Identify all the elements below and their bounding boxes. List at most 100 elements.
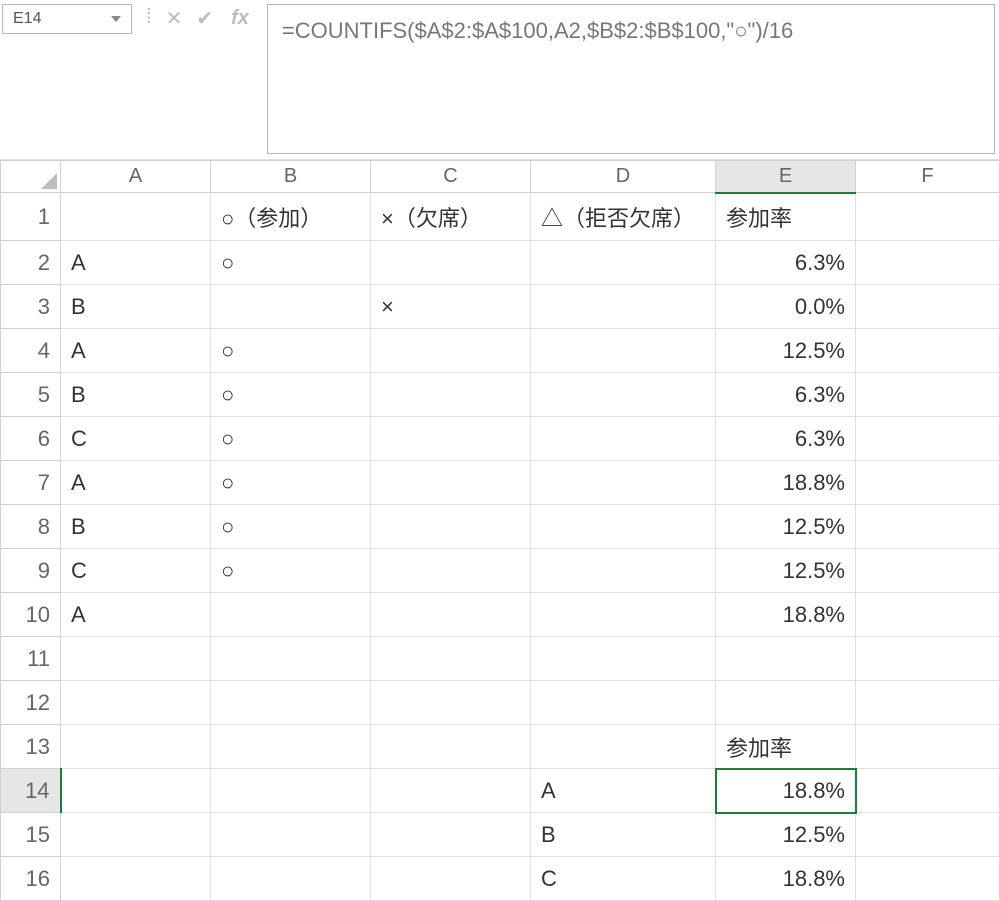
cell-E14[interactable]: 18.8% xyxy=(716,769,856,813)
cell-B14[interactable] xyxy=(211,769,371,813)
cell-A7[interactable]: A xyxy=(61,461,211,505)
cell-F10[interactable] xyxy=(856,593,999,637)
formula-input[interactable]: =COUNTIFS($A$2:$A$100,A2,$B$2:$B$100,"○"… xyxy=(267,4,995,154)
cell-E6[interactable]: 6.3% xyxy=(716,417,856,461)
cell-E12[interactable] xyxy=(716,681,856,725)
cell-B15[interactable] xyxy=(211,813,371,857)
cell-B2[interactable]: ○ xyxy=(211,241,371,285)
cell-B11[interactable] xyxy=(211,637,371,681)
cell-B16[interactable] xyxy=(211,857,371,901)
cell-F8[interactable] xyxy=(856,505,999,549)
cell-A3[interactable]: B xyxy=(61,285,211,329)
cell-E8[interactable]: 12.5% xyxy=(716,505,856,549)
cell-D8[interactable] xyxy=(531,505,716,549)
cell-A16[interactable] xyxy=(61,857,211,901)
dropdown-icon[interactable] xyxy=(111,16,121,22)
cell-E16[interactable]: 18.8% xyxy=(716,857,856,901)
cell-E7[interactable]: 18.8% xyxy=(716,461,856,505)
row-header[interactable]: 15 xyxy=(1,813,61,857)
col-header-A[interactable]: A xyxy=(61,161,211,193)
cell-C2[interactable] xyxy=(371,241,531,285)
name-box[interactable]: E14 xyxy=(2,4,132,34)
cell-C4[interactable] xyxy=(371,329,531,373)
cell-F14[interactable] xyxy=(856,769,999,813)
cell-A4[interactable]: A xyxy=(61,329,211,373)
cancel-icon[interactable]: ✕ xyxy=(166,6,183,31)
row-header[interactable]: 7 xyxy=(1,461,61,505)
row-header[interactable]: 12 xyxy=(1,681,61,725)
row-header[interactable]: 4 xyxy=(1,329,61,373)
cell-F15[interactable] xyxy=(856,813,999,857)
cell-D6[interactable] xyxy=(531,417,716,461)
row-header[interactable]: 6 xyxy=(1,417,61,461)
cell-A11[interactable] xyxy=(61,637,211,681)
cell-D7[interactable] xyxy=(531,461,716,505)
cell-E10[interactable]: 18.8% xyxy=(716,593,856,637)
row-header[interactable]: 3 xyxy=(1,285,61,329)
cell-F3[interactable] xyxy=(856,285,999,329)
cell-F16[interactable] xyxy=(856,857,999,901)
cell-F4[interactable] xyxy=(856,329,999,373)
cell-B10[interactable] xyxy=(211,593,371,637)
cell-D13[interactable] xyxy=(531,725,716,769)
cell-C6[interactable] xyxy=(371,417,531,461)
cell-A13[interactable] xyxy=(61,725,211,769)
cell-F7[interactable] xyxy=(856,461,999,505)
row-header[interactable]: 16 xyxy=(1,857,61,901)
cell-D3[interactable] xyxy=(531,285,716,329)
cell-A9[interactable]: C xyxy=(61,549,211,593)
cell-D4[interactable] xyxy=(531,329,716,373)
cell-D10[interactable] xyxy=(531,593,716,637)
cell-A2[interactable]: A xyxy=(61,241,211,285)
cell-E2[interactable]: 6.3% xyxy=(716,241,856,285)
cell-B5[interactable]: ○ xyxy=(211,373,371,417)
cell-D11[interactable] xyxy=(531,637,716,681)
cell-A8[interactable]: B xyxy=(61,505,211,549)
cell-B8[interactable]: ○ xyxy=(211,505,371,549)
cell-F9[interactable] xyxy=(856,549,999,593)
select-all-corner[interactable] xyxy=(1,161,61,193)
col-header-C[interactable]: C xyxy=(371,161,531,193)
cell-F13[interactable] xyxy=(856,725,999,769)
row-header[interactable]: 13 xyxy=(1,725,61,769)
cell-C5[interactable] xyxy=(371,373,531,417)
fx-icon[interactable]: fx xyxy=(227,7,259,30)
cell-F11[interactable] xyxy=(856,637,999,681)
col-header-E[interactable]: E xyxy=(716,161,856,193)
cell-C15[interactable] xyxy=(371,813,531,857)
row-header[interactable]: 9 xyxy=(1,549,61,593)
cell-B12[interactable] xyxy=(211,681,371,725)
cell-C11[interactable] xyxy=(371,637,531,681)
cell-F2[interactable] xyxy=(856,241,999,285)
cell-D5[interactable] xyxy=(531,373,716,417)
cell-C10[interactable] xyxy=(371,593,531,637)
cell-F6[interactable] xyxy=(856,417,999,461)
cell-A10[interactable]: A xyxy=(61,593,211,637)
cell-E1[interactable]: 参加率 xyxy=(716,193,856,241)
cell-D9[interactable] xyxy=(531,549,716,593)
row-header[interactable]: 8 xyxy=(1,505,61,549)
cell-E5[interactable]: 6.3% xyxy=(716,373,856,417)
cell-E11[interactable] xyxy=(716,637,856,681)
cell-C14[interactable] xyxy=(371,769,531,813)
cell-C1[interactable]: ×（欠席） xyxy=(371,193,531,241)
cell-C9[interactable] xyxy=(371,549,531,593)
col-header-B[interactable]: B xyxy=(211,161,371,193)
cell-D1[interactable]: △（拒否欠席） xyxy=(531,193,716,241)
cell-D16[interactable]: C xyxy=(531,857,716,901)
cell-B1[interactable]: ○（参加） xyxy=(211,193,371,241)
cell-A5[interactable]: B xyxy=(61,373,211,417)
cell-B13[interactable] xyxy=(211,725,371,769)
cell-D14[interactable]: A xyxy=(531,769,716,813)
cell-B4[interactable]: ○ xyxy=(211,329,371,373)
cell-E3[interactable]: 0.0% xyxy=(716,285,856,329)
cell-B6[interactable]: ○ xyxy=(211,417,371,461)
cell-F5[interactable] xyxy=(856,373,999,417)
col-header-D[interactable]: D xyxy=(531,161,716,193)
cell-D15[interactable]: B xyxy=(531,813,716,857)
cell-C7[interactable] xyxy=(371,461,531,505)
cell-F12[interactable] xyxy=(856,681,999,725)
cell-D12[interactable] xyxy=(531,681,716,725)
cell-E13[interactable]: 参加率 xyxy=(716,725,856,769)
cell-C3[interactable]: × xyxy=(371,285,531,329)
